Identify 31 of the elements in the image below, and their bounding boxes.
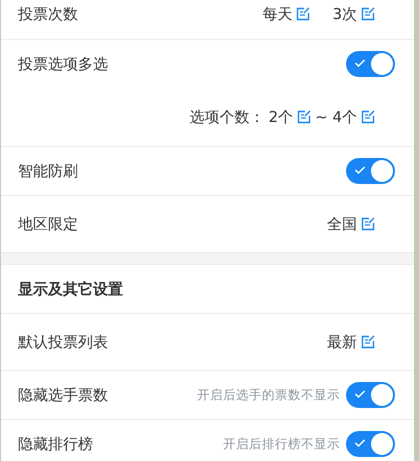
edit-icon[interactable]: [296, 7, 310, 21]
edit-icon[interactable]: [297, 110, 312, 124]
edit-icon[interactable]: [361, 110, 375, 124]
value-text: 最新: [327, 332, 357, 353]
setting-label: 默认投票列表: [18, 332, 108, 353]
value-text: 全国: [327, 214, 357, 235]
hint-text: 开启后排行榜不显示: [223, 434, 340, 453]
check-icon: [354, 165, 366, 175]
toggle-switch[interactable]: [346, 51, 395, 77]
setting-label: 投票选项多选: [18, 54, 108, 75]
value-text: 3次: [332, 4, 357, 25]
value-text: 每天: [262, 4, 292, 25]
value-text: 2个: [268, 106, 294, 128]
edit-icon[interactable]: [361, 7, 375, 21]
toggle-switch[interactable]: [346, 158, 395, 184]
check-icon: [354, 438, 366, 448]
edit-icon[interactable]: [361, 217, 375, 231]
toggle-switch[interactable]: [346, 431, 395, 457]
check-icon: [354, 389, 366, 399]
toggle-switch[interactable]: [346, 382, 395, 408]
section-title: 显示及其它设置: [18, 278, 124, 300]
setting-label: 隐藏选手票数: [18, 384, 108, 406]
setting-label: 投票次数: [18, 4, 78, 25]
check-icon: [354, 58, 366, 68]
value-text: ~ 4个: [315, 106, 357, 128]
setting-label: 隐藏排行榜: [18, 434, 93, 455]
detail-label: 选项个数：: [190, 106, 265, 128]
setting-label: 智能防刷: [18, 160, 78, 182]
edit-icon[interactable]: [361, 335, 375, 349]
hint-text: 开启后选手的票数不显示: [197, 386, 340, 404]
setting-label: 地区限定: [18, 214, 78, 235]
